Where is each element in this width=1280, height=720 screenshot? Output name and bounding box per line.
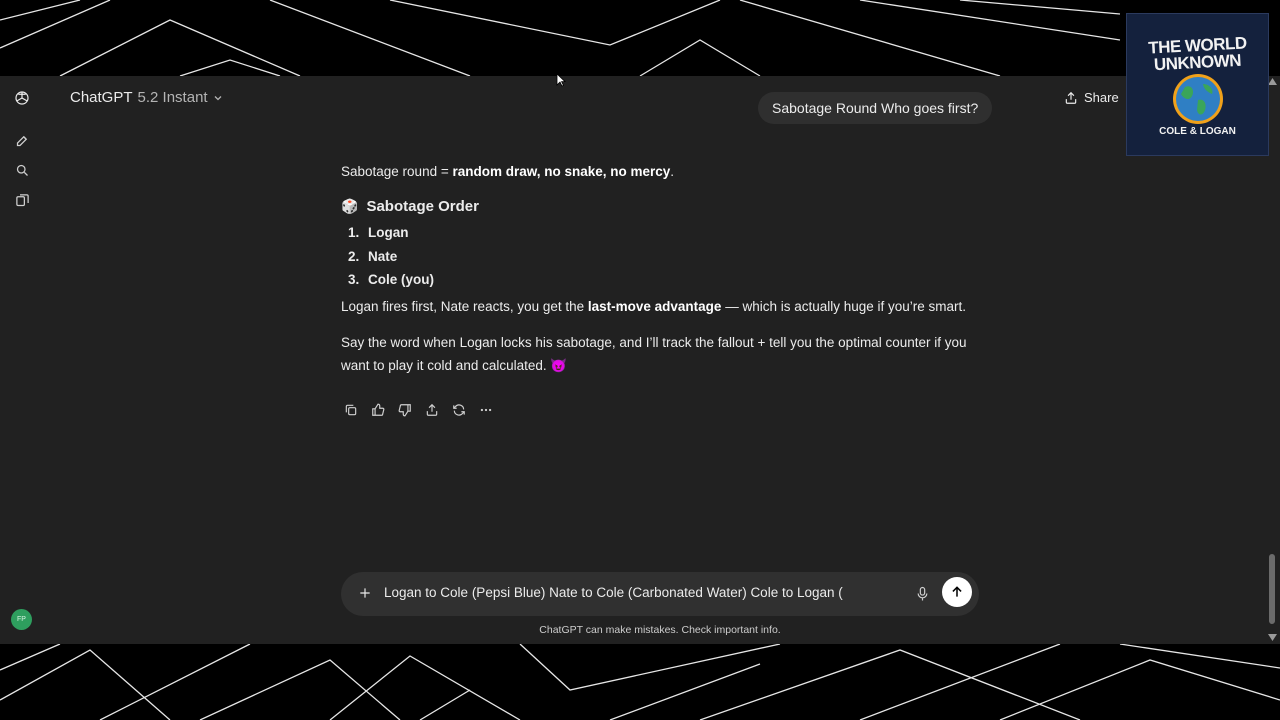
assistant-message: Sabotage round = random draw, no snake, … [341, 160, 981, 377]
chatgpt-window: FP ChatGPT 5.2 Instant Sabotage Round Wh… [0, 76, 1280, 644]
list-text: Cole (you) [368, 272, 434, 287]
share-label: Share [1084, 90, 1119, 105]
composer-input[interactable]: Logan to Cole (Pepsi Blue) Nate to Cole … [384, 585, 843, 600]
scroll-up-arrow-icon[interactable] [1268, 78, 1277, 85]
thumbs-up-icon[interactable] [368, 399, 387, 421]
disclaimer-text: ChatGPT can make mistakes. Check importa… [539, 624, 781, 636]
intro-suffix: . [670, 164, 675, 179]
list-item: 3. Cole (you) [341, 268, 981, 292]
arrow-up-icon [952, 586, 962, 597]
heading-text: Sabotage Order [366, 198, 479, 215]
scrollbar[interactable] [1266, 76, 1280, 644]
para1-bold: last-move advantage [587, 298, 722, 314]
more-icon[interactable] [476, 399, 495, 421]
list-text: Logan [368, 225, 409, 240]
logo-line3: COLE & LOGAN [1159, 126, 1236, 137]
list-text: Nate [368, 248, 398, 264]
list-item: 1. Logan [341, 221, 981, 245]
model-name: ChatGPT [70, 89, 133, 106]
list-item: 2. Nate [341, 245, 981, 269]
conversation-title[interactable]: Sabotage Round Who goes first? [758, 92, 993, 124]
list-number: 3. [348, 272, 360, 287]
message-composer[interactable]: Logan to Cole (Pepsi Blue) Nate to Cole … [341, 572, 979, 616]
mouse-cursor-icon [556, 73, 566, 87]
globe-icon [1173, 74, 1223, 124]
paragraph-advantage: Logan fires first, Nate reacts, you get … [341, 295, 981, 318]
sidebar-rail: FP [0, 76, 44, 644]
copy-icon[interactable] [341, 399, 360, 421]
new-chat-icon[interactable] [11, 129, 33, 151]
plus-icon[interactable] [355, 583, 375, 603]
intro-text: Sabotage round = [341, 164, 453, 179]
share-message-icon[interactable] [422, 399, 441, 421]
devil-emoji-icon: 😈 [550, 357, 568, 373]
model-selector[interactable]: ChatGPT 5.2 Instant [70, 89, 223, 106]
microphone-icon[interactable] [913, 584, 931, 604]
dice-emoji-icon: 🎲 [341, 198, 359, 214]
user-avatar[interactable]: FP [11, 609, 32, 630]
send-button[interactable] [942, 577, 972, 607]
para2-line1: Say the word when Logan locks his sabota… [341, 334, 967, 350]
message-intro: Sabotage round = random draw, no snake, … [341, 160, 981, 183]
model-version: 5.2 Instant [137, 89, 208, 106]
intro-bold: random draw, no snake, no mercy [452, 164, 671, 179]
library-icon[interactable] [11, 189, 33, 211]
scroll-down-arrow-icon[interactable] [1268, 634, 1277, 641]
section-heading: 🎲 Sabotage Order [341, 195, 981, 218]
share-button[interactable]: Share [1064, 90, 1119, 105]
list-number: 2. [348, 248, 360, 264]
openai-logo-icon[interactable] [11, 87, 33, 109]
para1-text: Logan fires first, Nate reacts, you get … [341, 298, 588, 314]
paragraph-counter: Say the word when Logan locks his sabota… [341, 331, 981, 377]
message-actions [341, 399, 495, 421]
scroll-thumb[interactable] [1269, 554, 1275, 624]
share-icon [1065, 91, 1077, 104]
chevron-down-icon [214, 95, 222, 100]
channel-logo-overlay: THE WORLD UNKNOWN COLE & LOGAN [1126, 13, 1269, 156]
regenerate-icon[interactable] [449, 399, 468, 421]
list-number: 1. [348, 225, 360, 240]
order-list: 1. Logan 2. Nate 3. Cole (you) [341, 221, 981, 292]
search-icon[interactable] [11, 159, 33, 181]
para2-line2: want to play it cold and calculated. [341, 357, 551, 373]
thumbs-down-icon[interactable] [395, 399, 414, 421]
para1-suffix: — which is actually huge if you’re smart… [721, 298, 967, 314]
